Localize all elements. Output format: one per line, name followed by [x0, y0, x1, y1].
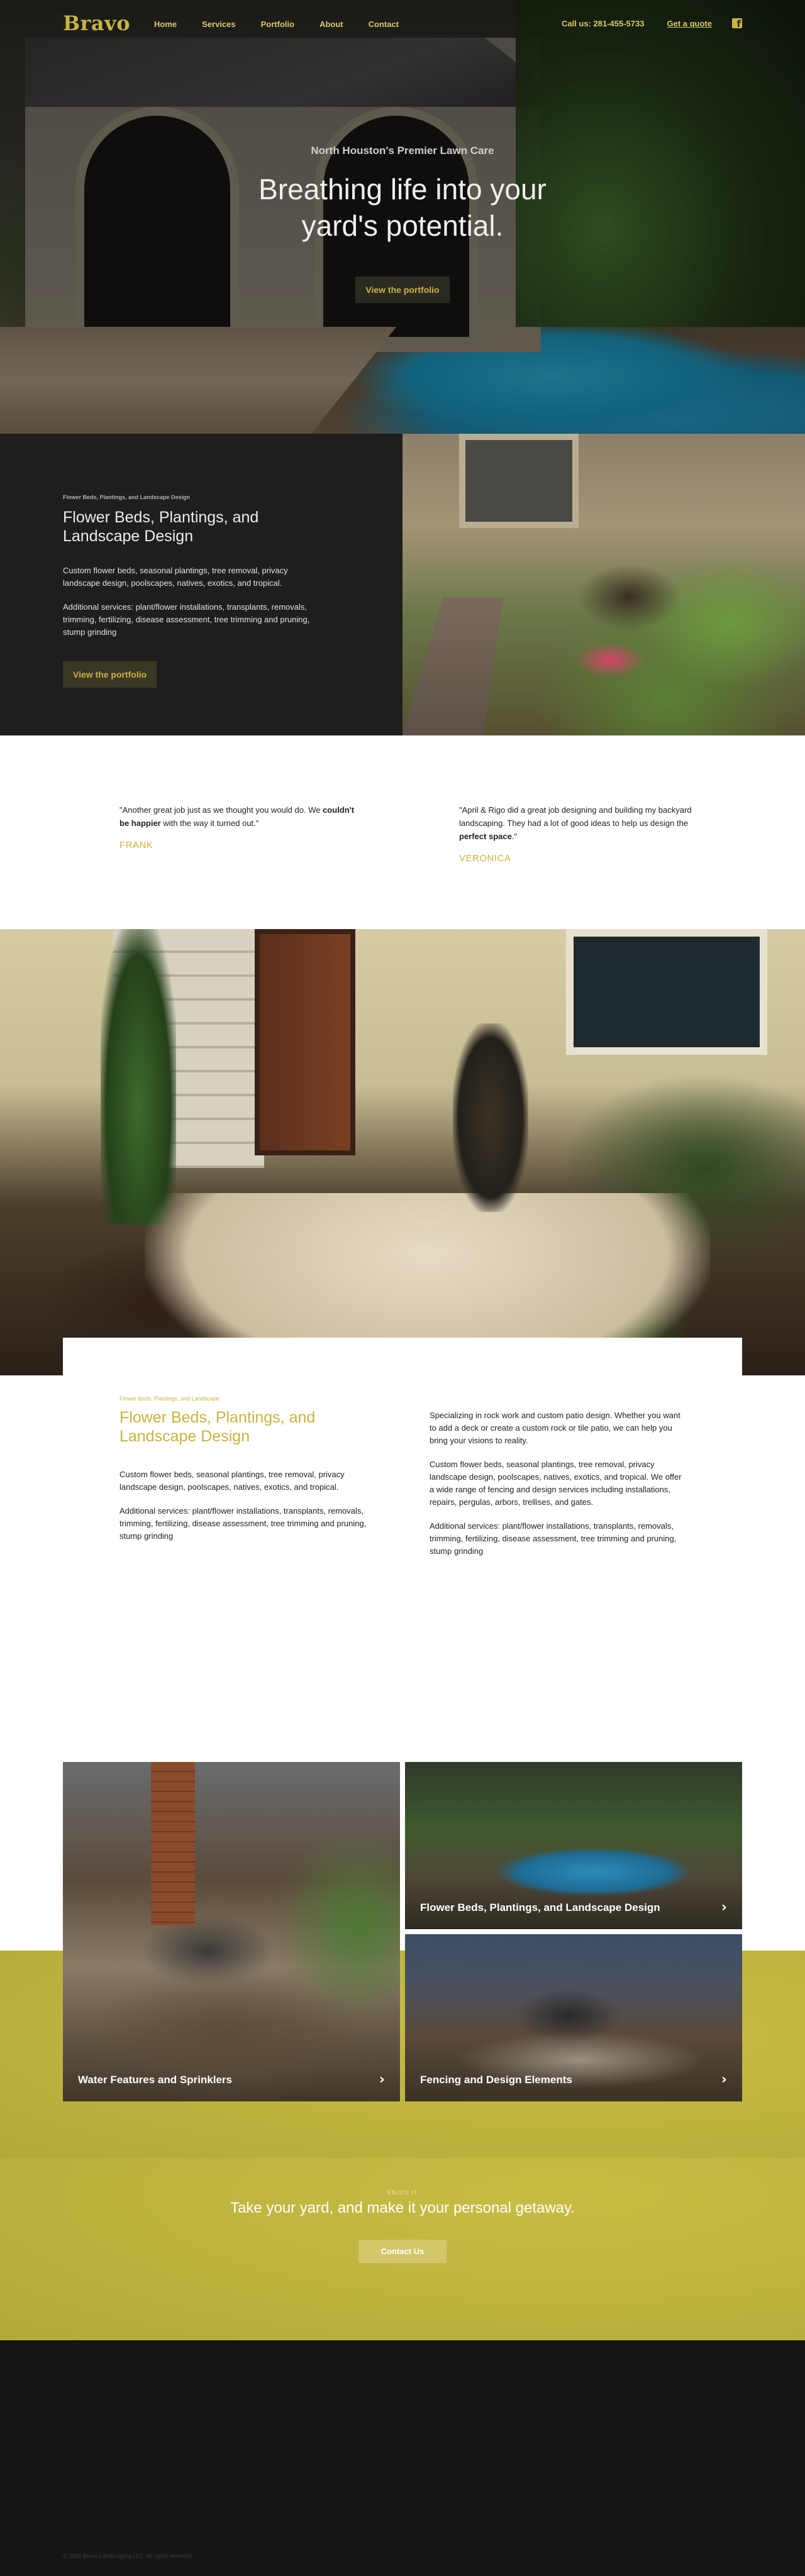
- testimonials-section: "Another great job just as we thought yo…: [0, 735, 805, 929]
- chevron-right-icon: ›: [721, 2072, 727, 2088]
- feature-section: Flower Beds, Plantings, and Landscape De…: [0, 434, 805, 735]
- service-section: Flower Beds, Plantings, and Landscape Fl…: [0, 1338, 805, 1646]
- service-right-paragraph-2: Custom flower beds, seasonal plantings, …: [429, 1460, 682, 1507]
- landscape-photo: [0, 929, 805, 1375]
- service-eyebrow: Flower Beds, Plantings, and Landscape: [119, 1395, 219, 1402]
- service-left-paragraph-2: Additional services: plant/flower instal…: [119, 1506, 367, 1541]
- facebook-icon[interactable]: [732, 18, 742, 30]
- tile-flower-beds[interactable]: Flower Beds, Plantings, and Landscape De…: [405, 1762, 742, 1929]
- hero-kicker: North Houston's Premier Lawn Care: [311, 145, 494, 157]
- brand-logo[interactable]: Bravo: [63, 11, 130, 35]
- fountain-statue: [453, 1023, 528, 1212]
- nav-portfolio[interactable]: Portfolio: [261, 19, 294, 29]
- feature-portfolio-button[interactable]: View the portfolio: [63, 661, 157, 688]
- service-left-paragraph-1: Custom flower beds, seasonal plantings, …: [119, 1470, 345, 1492]
- cypress-tree: [101, 929, 176, 1225]
- feature-title: Flower Beds, Plantings, and Landscape De…: [63, 509, 259, 545]
- chevron-right-icon: ›: [379, 2072, 385, 2088]
- tile-label: Flower Beds, Plantings, and Landscape De…: [420, 1902, 660, 1913]
- garden-doorway: [459, 434, 579, 528]
- portfolio-gallery: Water Features and Sprinklers › Flower B…: [63, 1762, 742, 2101]
- get-quote-link[interactable]: Get a quote: [667, 19, 712, 28]
- testimonial-veronica: "April & Rigo did a great job designing …: [459, 803, 698, 865]
- testimonial-author: FRANK: [119, 840, 153, 850]
- nav-links: Home Services Portfolio About Contact: [154, 19, 424, 29]
- service-right-column: Specializing in rock work and custom pat…: [430, 1395, 686, 1608]
- testimonial-frank: "Another great job just as we thought yo…: [119, 803, 358, 852]
- feature-eyebrow: Flower Beds, Plantings, and Landscape De…: [63, 494, 191, 500]
- feature-paragraph-2: Additional services: plant/flower instal…: [63, 602, 310, 637]
- chevron-right-icon: ›: [721, 1900, 727, 1915]
- feature-text: Flower Beds, Plantings, and Landscape De…: [0, 434, 402, 735]
- house-window: [566, 929, 767, 1055]
- top-nav: Bravo Home Services Portfolio About Cont…: [0, 0, 805, 50]
- garden-walkway: [402, 597, 503, 735]
- tile-label: Water Features and Sprinklers: [78, 2074, 233, 2086]
- service-card: Flower Beds, Plantings, and Landscape Fl…: [63, 1338, 742, 1608]
- nav-right: Call us: 281-455-5733 Get a quote: [562, 18, 742, 30]
- nav-about[interactable]: About: [319, 19, 343, 29]
- cta-kicker: ENJOY IT: [387, 2189, 418, 2196]
- feature-paragraph-1: Custom flower beds, seasonal plantings, …: [63, 566, 288, 588]
- hero-title: Breathing life into your yard's potentia…: [258, 173, 547, 242]
- nav-services[interactable]: Services: [202, 19, 236, 29]
- testimonial-quote: "Another great job just as we thought yo…: [119, 805, 355, 828]
- cta-section: ENJOY IT Take your yard, and make it you…: [0, 2158, 805, 2340]
- service-right-paragraph-3: Additional services: plant/flower instal…: [429, 1521, 677, 1556]
- nav-contact[interactable]: Contact: [369, 19, 399, 29]
- nav-home[interactable]: Home: [154, 19, 177, 29]
- tile-label: Fencing and Design Elements: [420, 2074, 572, 2086]
- service-left-column: Flower Beds, Plantings, and Landscape Fl…: [119, 1395, 382, 1608]
- testimonial-quote: "April & Rigo did a great job designing …: [459, 805, 692, 841]
- copyright: © 2016 Bravo Landscaping LLC. All rights…: [63, 2553, 193, 2559]
- tile-water-features[interactable]: Water Features and Sprinklers ›: [63, 1762, 400, 2101]
- service-title: Flower Beds, Plantings, and Landscape De…: [119, 1409, 316, 1445]
- cta-title: Take your yard, and make it your persona…: [230, 2199, 575, 2216]
- front-door: [255, 929, 355, 1155]
- feature-garden-image: [402, 434, 805, 735]
- hero-section: Bravo Home Services Portfolio About Cont…: [0, 0, 805, 434]
- contact-us-button[interactable]: Contact Us: [358, 2240, 447, 2263]
- testimonial-author: VERONICA: [459, 853, 511, 864]
- phone-link[interactable]: Call us: 281-455-5733: [562, 19, 645, 28]
- brick-pillar: [151, 1762, 195, 1925]
- hero-content: North Houston's Premier Lawn Care Breath…: [0, 145, 805, 303]
- hero-portfolio-button[interactable]: View the portfolio: [355, 277, 450, 303]
- footer: © 2016 Bravo Landscaping LLC. All rights…: [0, 2340, 805, 2576]
- service-right-paragraph-1: Specializing in rock work and custom pat…: [429, 1411, 680, 1445]
- gallery-section: Water Features and Sprinklers › Flower B…: [0, 1646, 805, 2158]
- tile-fencing[interactable]: Fencing and Design Elements ›: [405, 1934, 742, 2101]
